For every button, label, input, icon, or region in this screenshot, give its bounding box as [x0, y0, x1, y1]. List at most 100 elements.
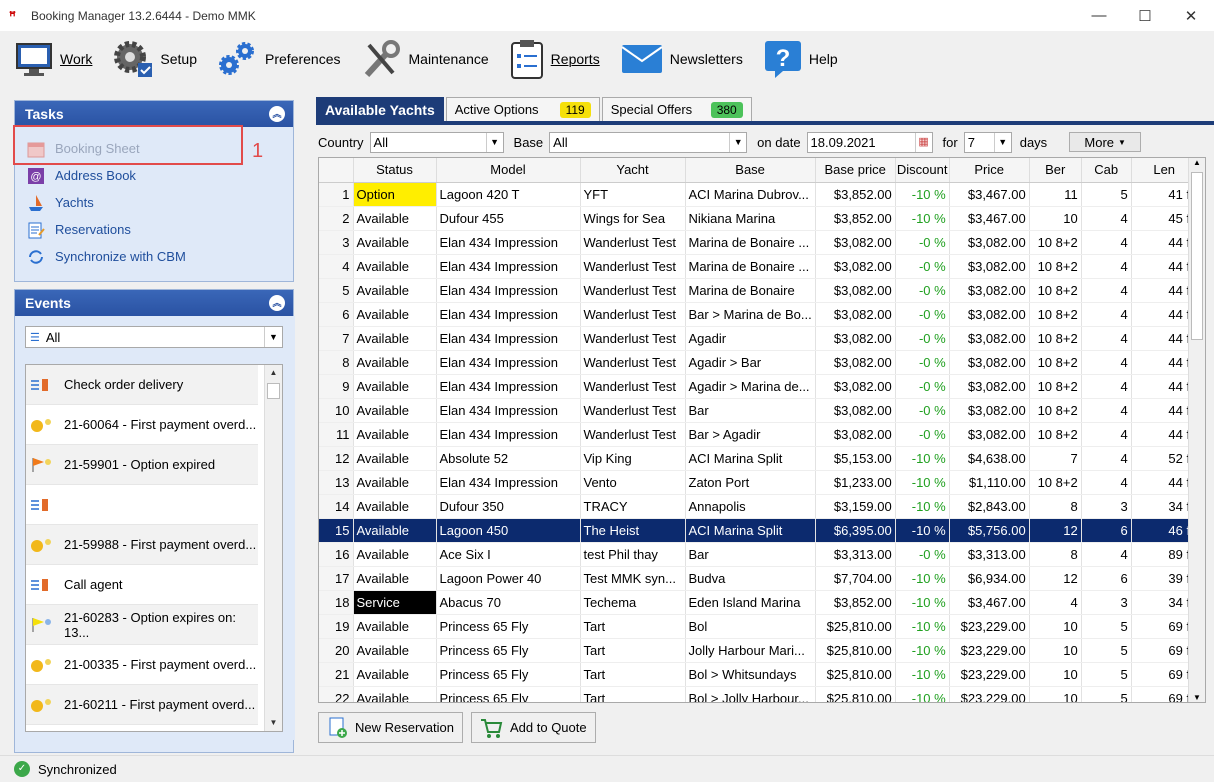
events-scrollbar[interactable]: ▲ ▼: [264, 365, 282, 731]
event-item[interactable]: 21-59901 - Option expired: [26, 445, 258, 485]
column-header[interactable]: Base: [685, 158, 816, 183]
column-header[interactable]: Model: [436, 158, 581, 183]
table-row[interactable]: 2 Available Dufour 455 Wings for Sea Nikiana…: [319, 206, 1198, 231]
close-button[interactable]: ✕: [1168, 0, 1214, 31]
table-row[interactable]: 6 Available Elan 434 Impression Wanderlust …: [319, 302, 1198, 327]
task-synchronize[interactable]: Synchronize with CBM: [15, 243, 293, 270]
add-to-quote-button[interactable]: Add to Quote: [471, 712, 596, 743]
table-cell: Option: [353, 182, 437, 207]
annotation-number: 1: [252, 140, 264, 162]
scroll-up-icon[interactable]: ▲: [1189, 158, 1205, 167]
scroll-down-icon[interactable]: ▼: [265, 715, 282, 731]
table-cell: 10: [319, 398, 354, 423]
table-row[interactable]: 15 Available Lagoon 450 The Heist ACI Marina…: [319, 518, 1198, 543]
tab-active-options[interactable]: Active Options 119: [445, 97, 600, 121]
tab-available-yachts[interactable]: Available Yachts: [316, 97, 444, 121]
scroll-down-icon[interactable]: ▼: [1189, 693, 1205, 702]
table-cell: Elan 434 Impression: [436, 230, 581, 255]
menu-setup[interactable]: Setup: [106, 31, 203, 87]
event-item[interactable]: 21-59988 - First payment overd...: [26, 525, 258, 565]
menu-reports[interactable]: Reports: [503, 31, 606, 87]
calendar-icon[interactable]: ▦: [914, 132, 932, 152]
events-header: Events ︽: [15, 290, 293, 316]
table-row[interactable]: 17 Available Lagoon Power 40 Test MMK syn..…: [319, 566, 1198, 591]
event-item[interactable]: Call agent: [26, 565, 258, 605]
column-header[interactable]: Cab: [1081, 158, 1132, 183]
table-row[interactable]: 21 Available Princess 65 Fly Tart Bol > Whit…: [319, 662, 1198, 687]
cart-icon: [481, 718, 503, 738]
more-button[interactable]: More ▼: [1069, 132, 1142, 152]
table-row[interactable]: 12 Available Absolute 52 Vip King ACI Marina…: [319, 446, 1198, 471]
table-cell: 6: [1081, 566, 1132, 591]
table-cell: Available: [353, 206, 437, 231]
menu-newsletters[interactable]: Newsletters: [614, 31, 749, 87]
table-cell: -0 %: [895, 542, 950, 567]
tab-special-offers[interactable]: Special Offers 380: [601, 97, 752, 121]
scroll-up-icon[interactable]: ▲: [265, 365, 282, 381]
table-row[interactable]: 9 Available Elan 434 Impression Wanderlust …: [319, 374, 1198, 399]
scroll-thumb[interactable]: [267, 383, 280, 399]
task-yachts[interactable]: Yachts: [15, 189, 293, 216]
maximize-button[interactable]: ☐: [1122, 0, 1168, 31]
column-header[interactable]: Yacht: [580, 158, 686, 183]
new-reservation-button[interactable]: New Reservation: [318, 712, 463, 743]
event-item[interactable]: Check order delivery: [26, 365, 258, 405]
grid-scrollbar[interactable]: ▲ ▼: [1188, 158, 1205, 702]
table-cell: $1,110.00: [949, 470, 1030, 495]
table-row[interactable]: 1 Option Lagoon 420 T YFT ACI Marina Dubrov.…: [319, 182, 1198, 207]
date-input[interactable]: 18.09.2021 ▦: [806, 131, 933, 153]
table-row[interactable]: 5 Available Elan 434 Impression Wanderlust …: [319, 278, 1198, 303]
table-row[interactable]: 20 Available Princess 65 Fly Tart Jolly Harb…: [319, 638, 1198, 663]
table-row[interactable]: 4 Available Elan 434 Impression Wanderlust …: [319, 254, 1198, 279]
collapse-icon[interactable]: ︽: [269, 295, 285, 311]
table-row[interactable]: 10 Available Elan 434 Impression Wanderlust…: [319, 398, 1198, 423]
table-row[interactable]: 14 Available Dufour 350 TRACY Annapolis $3,15…: [319, 494, 1198, 519]
column-header[interactable]: Base price: [815, 158, 896, 183]
table-cell: 8: [319, 350, 354, 375]
event-item[interactable]: [26, 485, 258, 525]
table-row[interactable]: 19 Available Princess 65 Fly Tart Bol $25,810…: [319, 614, 1198, 639]
table-cell: 6: [1081, 518, 1132, 543]
menu-help[interactable]: ? Help: [757, 31, 844, 87]
table-cell: 7: [1029, 446, 1082, 471]
minimize-button[interactable]: —: [1076, 0, 1122, 31]
table-cell: $6,934.00: [949, 566, 1030, 591]
table-cell: $23,229.00: [949, 662, 1030, 687]
events-filter-select[interactable]: ☰ All ▼: [25, 326, 283, 348]
country-select[interactable]: All ▼: [369, 131, 504, 153]
base-select[interactable]: All ▼: [549, 131, 748, 153]
table-row[interactable]: 3 Available Elan 434 Impression Wanderlust …: [319, 230, 1198, 255]
menu-preferences[interactable]: Preferences: [211, 31, 346, 87]
column-header[interactable]: Status: [353, 158, 437, 183]
scroll-thumb[interactable]: [1191, 172, 1203, 340]
table-row[interactable]: 8 Available Elan 434 Impression Wanderlust …: [319, 350, 1198, 375]
table-row[interactable]: 16 Available Ace Six Itest Phil thay Bar $3,…: [319, 542, 1198, 567]
table-cell: 10 8+2: [1029, 326, 1082, 351]
table-row[interactable]: 22 Available Princess 65 Fly Tart Bol > Joll…: [319, 686, 1198, 702]
table-row[interactable]: 13 Available Elan 434 Impression Vento Zaton…: [319, 470, 1198, 495]
task-address-book[interactable]: @ Address Book: [15, 162, 293, 189]
table-cell: Wanderlust Test: [580, 326, 686, 351]
more-label: More: [1084, 134, 1115, 150]
table-row[interactable]: 11 Available Elan 434 Impression Wanderlust…: [319, 422, 1198, 447]
menu-work[interactable]: Work: [8, 31, 98, 87]
table-row[interactable]: 18 Service Abacus 70 Techema Eden Island Mar…: [319, 590, 1198, 615]
column-header[interactable]: Ber: [1029, 158, 1082, 183]
task-reservations[interactable]: Reservations: [15, 216, 293, 243]
column-header[interactable]: [319, 158, 354, 183]
column-header[interactable]: Discount: [895, 158, 950, 183]
menu-maintenance[interactable]: Maintenance: [355, 31, 495, 87]
event-item[interactable]: 21-60064 - First payment overd...: [26, 405, 258, 445]
collapse-icon[interactable]: ︽: [269, 106, 285, 122]
event-item[interactable]: 21-00335 - First payment overd...: [26, 645, 258, 685]
table-row[interactable]: 7 Available Elan 434 Impression Wanderlust …: [319, 326, 1198, 351]
event-item[interactable]: 21-60283 - Option expires on: 13...: [26, 605, 258, 645]
table-cell: 9: [319, 374, 354, 399]
table-cell: Wanderlust Test: [580, 230, 686, 255]
table-cell: Elan 434 Impression: [436, 350, 581, 375]
table-cell: 10 8+2: [1029, 422, 1082, 447]
table-cell: 5: [1081, 614, 1132, 639]
days-select[interactable]: 7 ▼: [963, 131, 1012, 153]
column-header[interactable]: Price: [949, 158, 1030, 183]
event-item[interactable]: 21-60211 - First payment overd...: [26, 685, 258, 725]
